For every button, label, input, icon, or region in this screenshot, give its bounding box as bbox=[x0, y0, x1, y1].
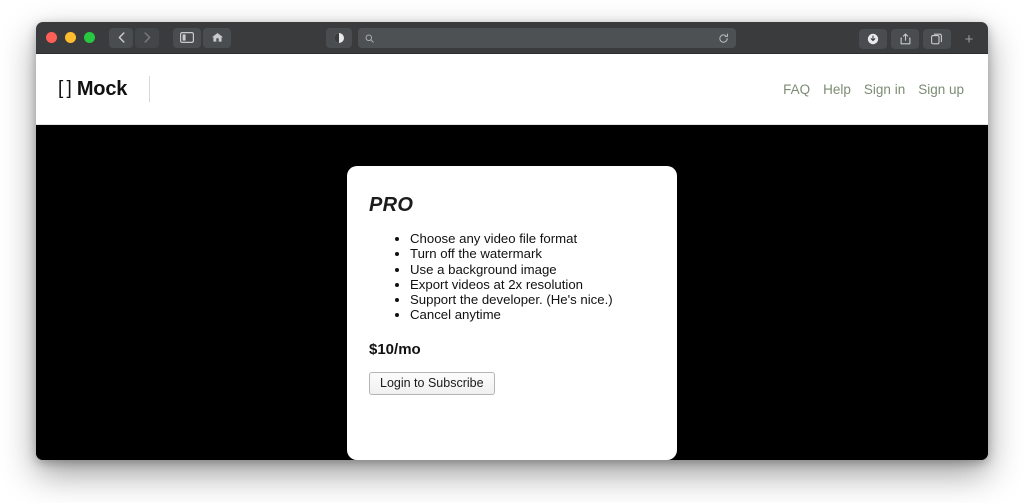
list-item: Export videos at 2x resolution bbox=[410, 277, 651, 292]
view-buttons bbox=[173, 27, 231, 48]
home-button[interactable] bbox=[203, 27, 231, 48]
tab-overview-icon bbox=[931, 33, 942, 45]
navigation-buttons bbox=[109, 27, 159, 48]
browser-window: + [ ] Mock FAQ Help Sign in Sign up PRO … bbox=[36, 22, 988, 460]
reload-icon[interactable] bbox=[718, 33, 729, 44]
tab-overview-button[interactable] bbox=[923, 29, 951, 49]
page-viewport: [ ] Mock FAQ Help Sign in Sign up PRO Ch… bbox=[36, 54, 988, 460]
back-button[interactable] bbox=[109, 27, 133, 48]
traffic-lights bbox=[44, 32, 95, 43]
hero-section: PRO Choose any video file format Turn of… bbox=[36, 125, 988, 460]
reader-contrast-icon bbox=[334, 33, 344, 43]
list-item: Cancel anytime bbox=[410, 307, 651, 322]
search-icon bbox=[365, 33, 374, 43]
login-to-subscribe-button[interactable]: Login to Subscribe bbox=[369, 371, 495, 395]
download-icon bbox=[867, 33, 879, 45]
downloads-button[interactable] bbox=[859, 29, 887, 49]
nav-link-help[interactable]: Help bbox=[823, 82, 851, 97]
list-item: Use a background image bbox=[410, 262, 651, 277]
sidebar-toggle-button[interactable] bbox=[173, 27, 201, 48]
nav-link-signup[interactable]: Sign up bbox=[918, 82, 964, 97]
sidebar-toggle-icon bbox=[180, 32, 194, 43]
brand-logo[interactable]: [ ] Mock bbox=[58, 76, 151, 102]
pricing-card: PRO Choose any video file format Turn of… bbox=[347, 166, 677, 460]
home-icon bbox=[211, 33, 223, 42]
brand-divider bbox=[149, 76, 151, 102]
reader-contrast-button[interactable] bbox=[326, 28, 352, 48]
toolbar-right-buttons: + bbox=[859, 28, 980, 50]
minimize-window-button[interactable] bbox=[65, 32, 76, 43]
close-window-button[interactable] bbox=[46, 32, 57, 43]
browser-toolbar: + bbox=[36, 22, 988, 54]
list-item: Turn off the watermark bbox=[410, 246, 651, 261]
address-bar-zone bbox=[326, 28, 736, 48]
feature-list: Choose any video file format Turn off th… bbox=[369, 231, 651, 323]
list-item: Choose any video file format bbox=[410, 231, 651, 246]
site-header: [ ] Mock FAQ Help Sign in Sign up bbox=[36, 54, 988, 125]
nav-link-faq[interactable]: FAQ bbox=[783, 82, 810, 97]
address-bar[interactable] bbox=[358, 28, 736, 48]
brand-brackets-icon: [ ] bbox=[58, 78, 72, 99]
plan-title: PRO bbox=[369, 194, 414, 216]
new-tab-button[interactable]: + bbox=[958, 28, 980, 50]
list-item: Support the developer. (He's nice.) bbox=[410, 292, 651, 307]
nav-link-signin[interactable]: Sign in bbox=[864, 82, 905, 97]
brand-name: Mock bbox=[76, 77, 128, 100]
forward-chevron-icon bbox=[143, 32, 150, 43]
maximize-window-button[interactable] bbox=[84, 32, 95, 43]
share-button[interactable] bbox=[891, 29, 919, 49]
forward-button[interactable] bbox=[135, 27, 159, 48]
plan-price: $10/mo bbox=[369, 340, 421, 358]
site-nav: FAQ Help Sign in Sign up bbox=[783, 82, 964, 97]
back-chevron-icon bbox=[118, 32, 125, 43]
share-icon bbox=[900, 33, 910, 45]
